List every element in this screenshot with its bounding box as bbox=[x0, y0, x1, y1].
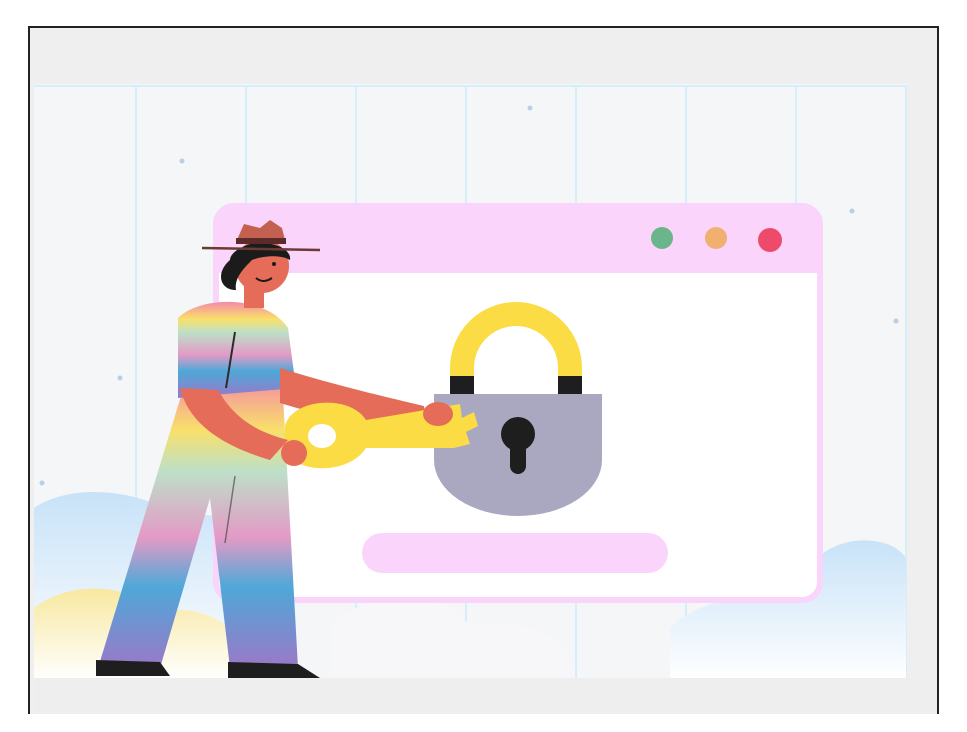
illustration-frame bbox=[28, 26, 939, 714]
orange-dot-icon bbox=[705, 227, 727, 249]
red-dot-icon bbox=[758, 228, 782, 252]
scene bbox=[34, 84, 937, 714]
browser-title-bar bbox=[216, 206, 820, 273]
green-dot-icon bbox=[651, 227, 673, 249]
input-bar bbox=[362, 533, 668, 573]
floor bbox=[34, 678, 937, 714]
